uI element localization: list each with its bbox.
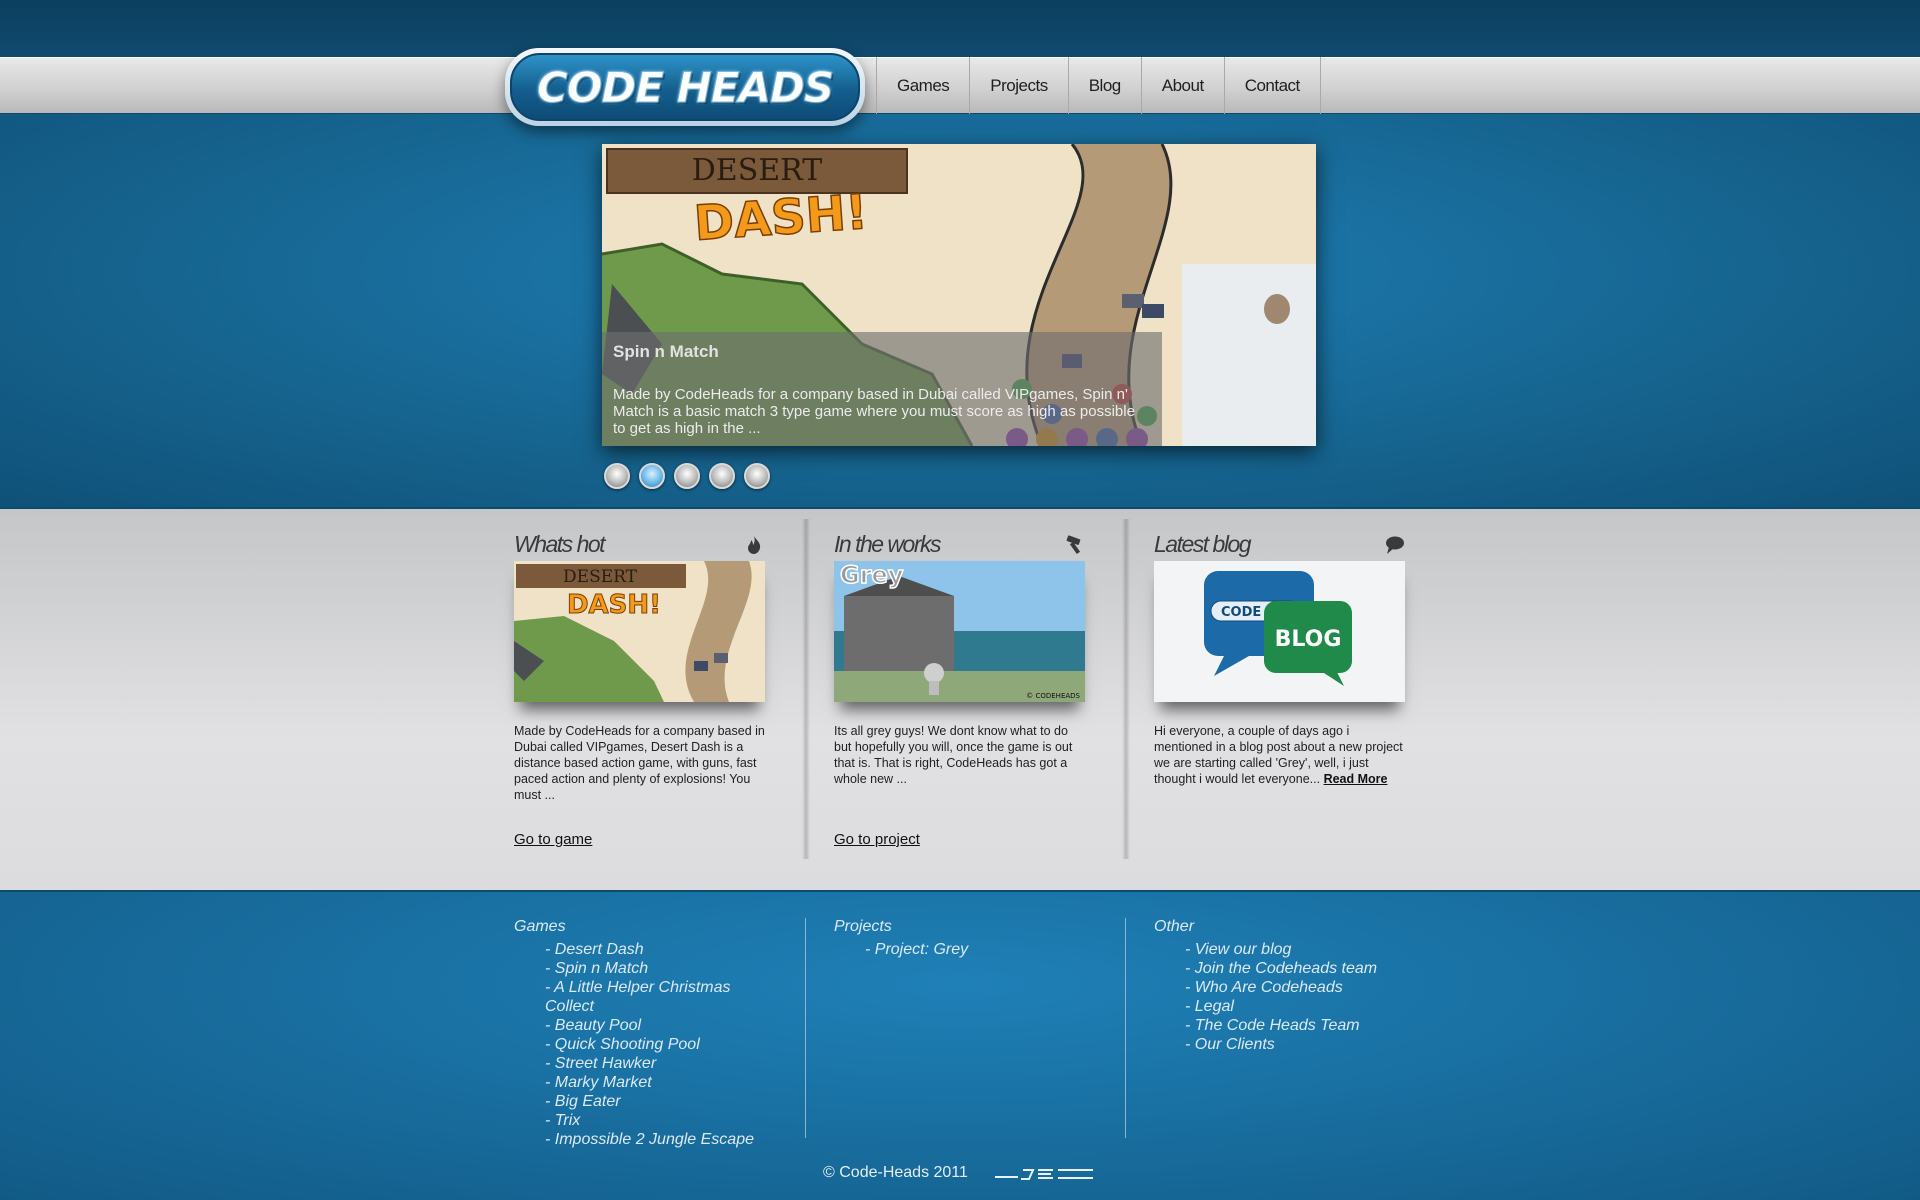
footer-other-column: Other - View our blog - Join the Codehea… xyxy=(1154,918,1394,1054)
footer-link[interactable]: - Our Clients xyxy=(1154,1035,1394,1054)
logo-text: CODE HEADS xyxy=(536,62,834,112)
footer-other-list: - View our blog - Join the Codeheads tea… xyxy=(1154,940,1394,1054)
whats-hot-column: Whats hot DESERT DASH! Made by CodeHeads… xyxy=(514,529,765,803)
footer-link[interactable]: - Spin n Match xyxy=(514,959,754,978)
thumb-credit: © CODEHEADS xyxy=(1026,692,1080,700)
footer-projects-title: Projects xyxy=(834,918,892,935)
slider-dot-3[interactable] xyxy=(674,463,700,489)
featured-slider[interactable]: DESERT DASH! Spin n Match Made by CodeHe… xyxy=(602,144,1316,446)
whats-hot-thumbnail[interactable]: DESERT DASH! xyxy=(514,561,765,702)
footer-games-column: Games - Desert Dash - Spin n Match - A L… xyxy=(514,918,754,1149)
footer-link[interactable]: - Desert Dash xyxy=(514,940,754,959)
hammer-icon xyxy=(1066,535,1081,555)
in-the-works-column: In the works Grey © CODEHEADS Its all gr… xyxy=(834,529,1085,787)
desert-dash-thumbnail-image: DESERT DASH! xyxy=(514,561,765,702)
top-band xyxy=(0,0,1920,57)
read-more-link[interactable]: Read More xyxy=(1324,772,1388,786)
whats-hot-description: Made by CodeHeads for a company based in… xyxy=(514,724,765,802)
content-section: Whats hot DESERT DASH! Made by CodeHeads… xyxy=(0,507,1920,892)
blog-thumbnail-image: CODE H BLOG xyxy=(1154,561,1405,702)
nav-games[interactable]: Games xyxy=(877,57,971,114)
copyright-text: © Code-Heads 2011 xyxy=(823,1164,968,1181)
latest-blog-description: Hi everyone, a couple of days ago i ment… xyxy=(1154,723,1405,787)
slide-caption-title[interactable]: Spin n Match xyxy=(613,342,719,362)
go-to-project-link[interactable]: Go to project xyxy=(834,831,920,848)
footer-link[interactable]: - Big Eater xyxy=(514,1092,754,1111)
footer-link[interactable]: - Beauty Pool xyxy=(514,1016,754,1035)
speech-bubble-icon xyxy=(1386,536,1404,554)
blog-badge-text: BLOG xyxy=(1275,627,1342,652)
site-logo[interactable]: CODE HEADS xyxy=(505,48,865,126)
grey-thumbnail-image: Grey © CODEHEADS xyxy=(834,561,1085,702)
designer-logo[interactable] xyxy=(993,1167,1096,1181)
column-divider xyxy=(1122,519,1130,859)
footer-games-title: Games xyxy=(514,918,566,935)
whats-hot-title: Whats hot xyxy=(514,531,606,557)
thumb-title-accent: DASH! xyxy=(567,590,661,620)
footer-link[interactable]: - Legal xyxy=(1154,997,1394,1016)
slider-dot-5[interactable] xyxy=(744,463,770,489)
latest-blog-title: Latest blog xyxy=(1154,531,1252,557)
footer-link[interactable]: - Join the Codeheads team xyxy=(1154,959,1394,978)
slide-caption-description: Made by CodeHeads for a company based in… xyxy=(613,386,1135,437)
slider-dot-1[interactable] xyxy=(604,463,630,489)
column-divider xyxy=(802,519,810,859)
slide-caption: Spin n Match Made by CodeHeads for a com… xyxy=(602,332,1162,446)
footer-other-title: Other xyxy=(1154,918,1195,935)
footer-link[interactable]: - The Code Heads Team xyxy=(1154,1016,1394,1035)
footer-link[interactable]: - Impossible 2 Jungle Escape xyxy=(514,1130,754,1149)
footer-link[interactable]: - A Little Helper Christmas Collect xyxy=(514,978,754,1016)
go-to-game-link[interactable]: Go to game xyxy=(514,831,592,848)
latest-blog-column: Latest blog CODE H BLOG Hi everyone, a c… xyxy=(1154,529,1405,787)
nav-contact[interactable]: Contact xyxy=(1225,57,1321,114)
footer-link[interactable]: - Who Are Codeheads xyxy=(1154,978,1394,997)
footer-link[interactable]: - Street Hawker xyxy=(514,1054,754,1073)
slide-game-title: DESERT xyxy=(692,153,822,188)
slider-dot-4[interactable] xyxy=(709,463,735,489)
flame-icon xyxy=(748,536,761,554)
footer-link[interactable]: - Trix xyxy=(514,1111,754,1130)
in-the-works-thumbnail[interactable]: Grey © CODEHEADS xyxy=(834,561,1085,702)
grey-logo-text: Grey xyxy=(840,561,904,589)
site-footer: Games - Desert Dash - Spin n Match - A L… xyxy=(0,892,1920,1200)
footer-projects-column: Projects - Project: Grey xyxy=(834,918,1074,959)
footer-games-list: - Desert Dash - Spin n Match - A Little … xyxy=(514,940,754,1149)
thumb-title: DESERT xyxy=(563,567,638,587)
logo-badge: CODE HEADS xyxy=(510,53,860,121)
slider-pagination xyxy=(604,463,770,489)
main-nav: Games Projects Blog About Contact xyxy=(876,57,1321,114)
nav-blog[interactable]: Blog xyxy=(1069,57,1142,114)
latest-blog-thumbnail[interactable]: CODE H BLOG xyxy=(1154,561,1405,702)
nav-projects[interactable]: Projects xyxy=(970,57,1069,114)
footer-divider xyxy=(1125,918,1126,1138)
footer-link[interactable]: - Marky Market xyxy=(514,1073,754,1092)
nav-about[interactable]: About xyxy=(1142,57,1225,114)
slider-dot-2[interactable] xyxy=(639,463,665,489)
in-the-works-title: In the works xyxy=(834,531,942,557)
footer-projects-list: - Project: Grey xyxy=(834,940,1074,959)
footer-divider xyxy=(805,918,806,1138)
footer-link[interactable]: - Quick Shooting Pool xyxy=(514,1035,754,1054)
in-the-works-description: Its all grey guys! We dont know what to … xyxy=(834,724,1073,786)
footer-link[interactable]: - Project: Grey xyxy=(834,940,1074,959)
footer-link[interactable]: - View our blog xyxy=(1154,940,1394,959)
